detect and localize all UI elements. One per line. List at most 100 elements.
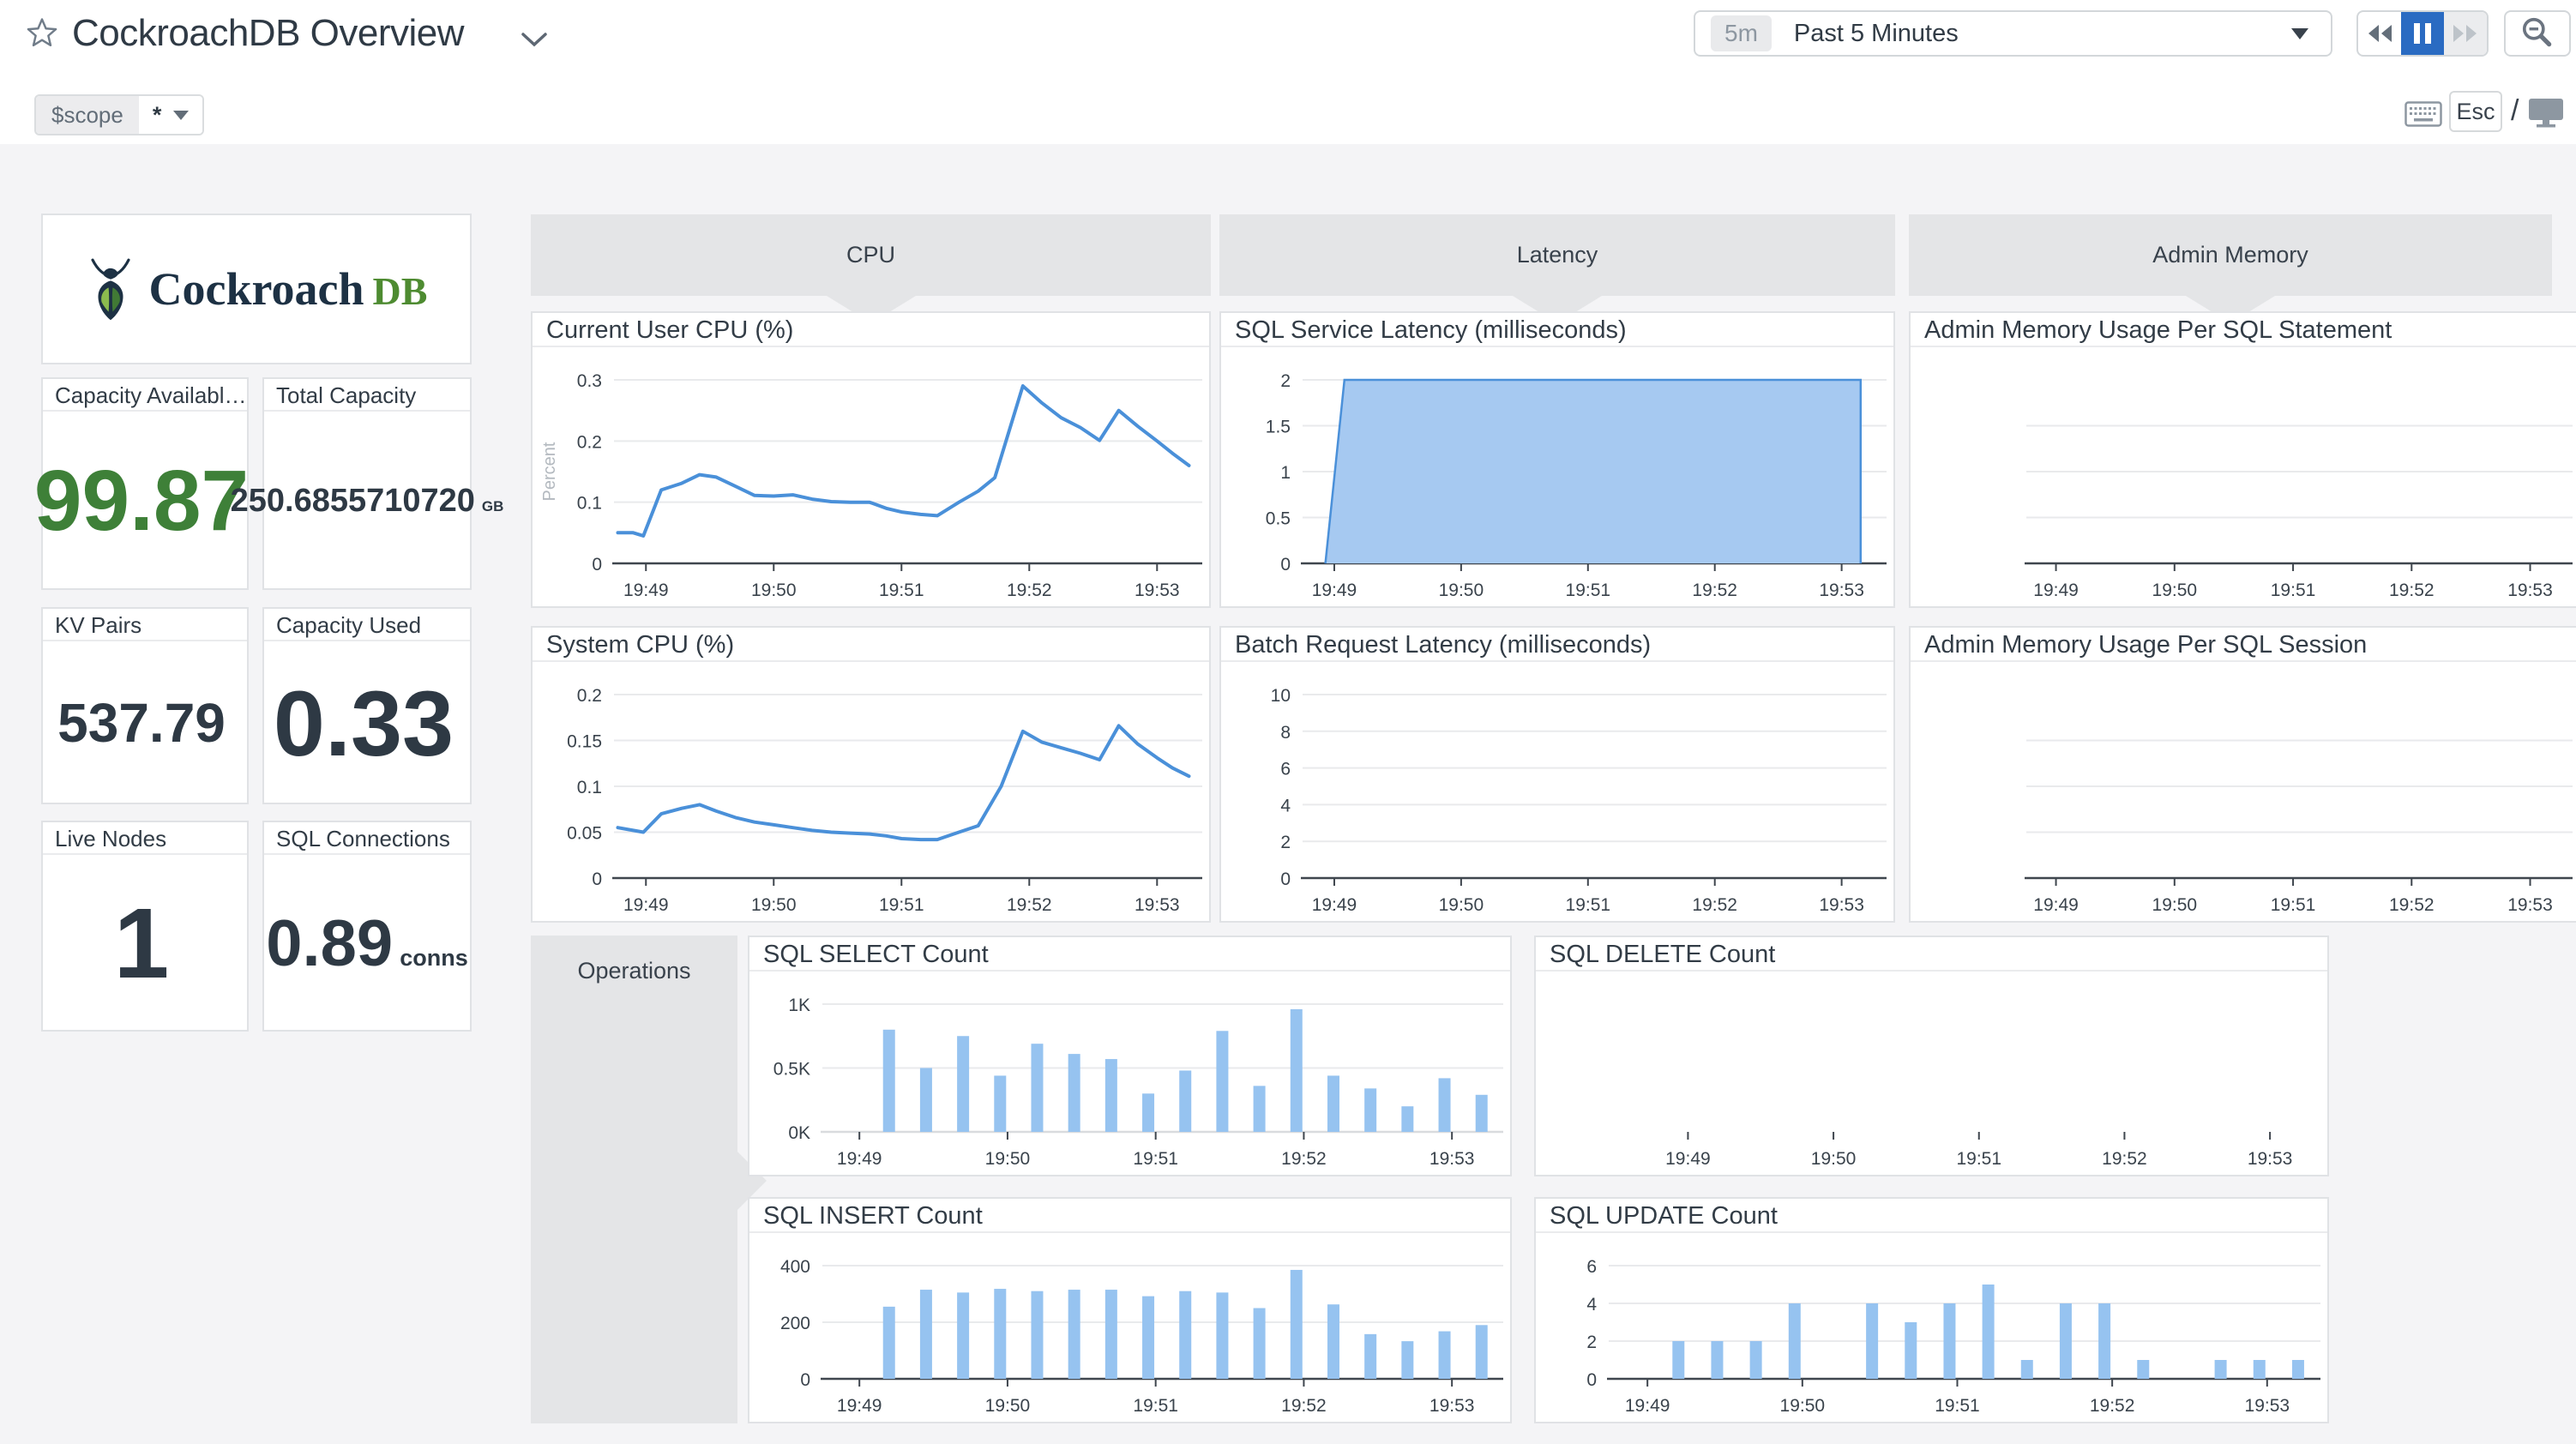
- chart-title: System CPU (%): [533, 628, 1209, 662]
- svg-text:8: 8: [1280, 723, 1291, 743]
- svg-text:Percent: Percent: [540, 442, 559, 501]
- stat-live-nodes: Live Nodes 1: [41, 821, 249, 1032]
- scope-selector[interactable]: $scope *: [34, 94, 205, 135]
- stat-value: 1: [113, 887, 170, 999]
- stat-unit: conns: [400, 944, 468, 971]
- chart-sql-insert-count: SQL INSERT Count 0 200 400 19:49 19:50 19:51 1…: [748, 1197, 1512, 1423]
- scope-caret-icon: [173, 110, 190, 120]
- svg-text:19:50: 19:50: [1811, 1149, 1857, 1169]
- svg-text:19:49: 19:49: [623, 895, 669, 915]
- esc-button[interactable]: Esc: [2449, 91, 2502, 132]
- chart-plot[interactable]: 19:49 19:50 19:51 19:52 19:53: [1536, 973, 2327, 1175]
- svg-text:0.2: 0.2: [577, 432, 602, 452]
- svg-text:200: 200: [780, 1314, 810, 1333]
- svg-text:19:52: 19:52: [1007, 895, 1052, 915]
- svg-text:19:52: 19:52: [2102, 1149, 2147, 1169]
- zoom-out-button[interactable]: [2504, 10, 2571, 57]
- chart-system-cpu: System CPU (%) 0 0.05 0.1 0.15 0.2 19:49 19:50…: [531, 626, 1211, 923]
- stat-total-capacity: Total Capacity 250.6855710720 GB: [231, 377, 503, 590]
- tv-mode-icon[interactable]: [2528, 98, 2564, 129]
- svg-text:19:51: 19:51: [2271, 895, 2316, 915]
- svg-text:19:50: 19:50: [1439, 581, 1484, 600]
- brand-text: Cockroach DB: [149, 262, 428, 316]
- svg-text:6: 6: [1280, 760, 1291, 779]
- svg-text:0: 0: [592, 555, 602, 575]
- chart-plot[interactable]: 19:49 19:50 19:51 19:52 19:53: [1911, 349, 2576, 606]
- stat-title: KV Pairs: [43, 609, 247, 641]
- svg-text:19:53: 19:53: [1429, 1149, 1475, 1169]
- svg-text:0.5: 0.5: [1266, 509, 1291, 529]
- stat-capacity-used: Capacity Used 0.33: [262, 607, 472, 804]
- svg-text:19:51: 19:51: [879, 581, 924, 600]
- fast-forward-button[interactable]: [2444, 12, 2487, 55]
- keyboard-icon[interactable]: [2404, 101, 2442, 127]
- svg-text:0.1: 0.1: [577, 494, 602, 514]
- chevron-down-icon[interactable]: [520, 31, 549, 48]
- svg-text:19:52: 19:52: [1692, 895, 1737, 915]
- group-header-latency[interactable]: Latency: [1219, 214, 1895, 323]
- svg-text:19:51: 19:51: [1566, 581, 1611, 600]
- chart-plot[interactable]: 0 0.05 0.1 0.15 0.2 19:49 19:50 19:51 19:52 19:53: [533, 664, 1209, 921]
- chart-plot[interactable]: 0 2 4 6 8 10 19:49 19:50 19:51 19:52 19:53: [1221, 664, 1893, 921]
- svg-text:19:51: 19:51: [1133, 1149, 1178, 1169]
- time-range-badge: 5m: [1711, 15, 1772, 51]
- svg-text:0.2: 0.2: [577, 686, 602, 706]
- group-label: Admin Memory: [2152, 242, 2308, 268]
- chart-plot[interactable]: 0 0.5 1 1.5 2 19:49 19:50 19:51 19:52 19:53: [1221, 349, 1893, 606]
- chart-plot[interactable]: 0 200 400 19:49 19:50 19:51 19:52 19:53: [749, 1235, 1510, 1422]
- cockroachdb-logo-card: Cockroach DB: [41, 214, 472, 364]
- svg-text:0: 0: [592, 869, 602, 889]
- pause-button[interactable]: [2401, 12, 2444, 55]
- svg-text:19:51: 19:51: [1956, 1149, 2001, 1169]
- svg-text:0: 0: [1280, 555, 1291, 575]
- svg-text:19:50: 19:50: [751, 895, 797, 915]
- svg-text:0: 0: [1586, 1370, 1597, 1390]
- chart-plot[interactable]: 0K 0.5K 1K 19:49 19:50 19:51 19:52 19:53: [749, 973, 1510, 1175]
- chart-sql-service-latency: SQL Service Latency (milliseconds) 0 0.5 1…: [1219, 311, 1895, 608]
- chart-plot[interactable]: 0 2 4 6 19:49 19:50 19:51 19:52 19:53: [1536, 1235, 2327, 1422]
- svg-text:19:52: 19:52: [1281, 1149, 1327, 1169]
- group-header-cpu[interactable]: CPU: [531, 214, 1211, 323]
- rewind-button[interactable]: [2358, 12, 2401, 55]
- svg-text:19:49: 19:49: [1312, 895, 1357, 915]
- group-header-admin-memory[interactable]: Admin Memory: [1909, 214, 2552, 323]
- scope-value: *: [138, 96, 203, 134]
- stat-title: SQL Connections: [264, 822, 470, 855]
- chart-plot[interactable]: 0 0.1 0.2 0.3 19:49 19:50 19:51 19:52 19:53 Perce…: [533, 349, 1209, 606]
- svg-text:19:53: 19:53: [1135, 895, 1180, 915]
- svg-text:19:53: 19:53: [1429, 1396, 1475, 1416]
- svg-text:19:50: 19:50: [2152, 581, 2198, 600]
- svg-text:19:51: 19:51: [879, 895, 924, 915]
- chart-plot[interactable]: 19:49 19:50 19:51 19:52 19:53: [1911, 664, 2576, 921]
- chart-admin-memory-statement: Admin Memory Usage Per SQL Statement 19:…: [1909, 311, 2576, 608]
- svg-text:0.5K: 0.5K: [773, 1060, 810, 1080]
- scope-value-text: *: [152, 102, 162, 128]
- svg-text:2: 2: [1586, 1333, 1597, 1352]
- svg-text:19:49: 19:49: [1665, 1149, 1711, 1169]
- brand-suffix: DB: [372, 269, 428, 313]
- svg-text:2: 2: [1280, 833, 1291, 852]
- svg-text:2: 2: [1280, 371, 1291, 391]
- stat-title: Capacity Used: [264, 609, 470, 641]
- group-label: Latency: [1516, 242, 1598, 268]
- group-header-operations[interactable]: Operations: [531, 936, 767, 1423]
- svg-text:19:49: 19:49: [1312, 581, 1357, 600]
- chart-sql-update-count: SQL UPDATE Count 0 2 4 6 19:49 19:50 19:51 19:5…: [1534, 1197, 2329, 1423]
- star-icon[interactable]: [24, 15, 60, 51]
- svg-text:19:51: 19:51: [1133, 1396, 1178, 1416]
- svg-text:19:53: 19:53: [1135, 581, 1180, 600]
- svg-text:19:51: 19:51: [1566, 895, 1611, 915]
- svg-text:19:53: 19:53: [2248, 1149, 2293, 1169]
- stat-title: Capacity Available...: [43, 379, 247, 412]
- page-title: CockroachDB Overview: [72, 12, 465, 54]
- chart-title: Batch Request Latency (milliseconds): [1221, 628, 1893, 662]
- pause-icon: [2414, 23, 2431, 44]
- svg-text:1.5: 1.5: [1266, 418, 1291, 437]
- svg-text:6: 6: [1586, 1257, 1597, 1277]
- time-range-selector[interactable]: 5m Past 5 Minutes: [1694, 10, 2332, 57]
- svg-text:1K: 1K: [788, 996, 810, 1015]
- cockroach-bug-icon: [90, 258, 130, 321]
- svg-text:19:50: 19:50: [985, 1396, 1031, 1416]
- svg-text:19:52: 19:52: [2389, 581, 2435, 600]
- chart-title: Admin Memory Usage Per SQL Session: [1911, 628, 2576, 662]
